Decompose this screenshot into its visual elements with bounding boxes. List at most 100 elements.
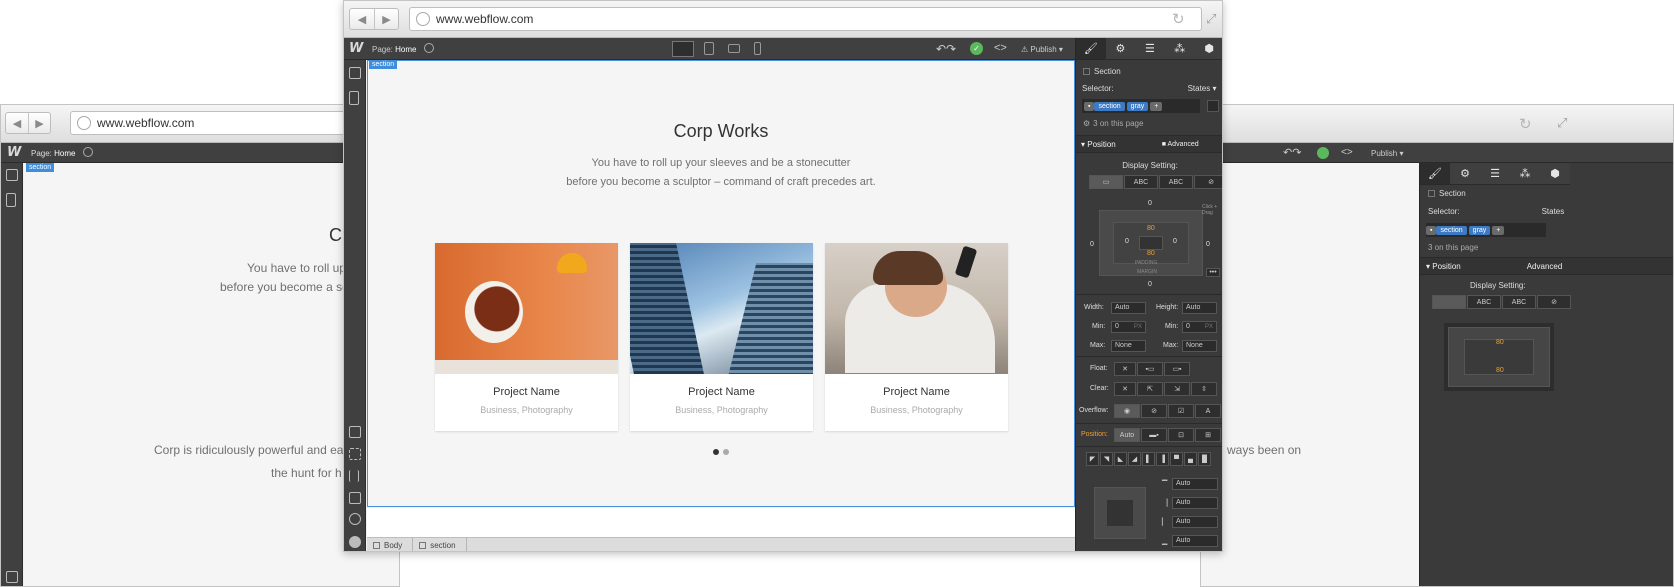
slider-dot[interactable] [723, 449, 729, 455]
class-chip-gray[interactable]: gray [1468, 225, 1491, 235]
margin-right-value[interactable]: 0 [1206, 241, 1210, 248]
clear-right-button[interactable]: ⇲ [1164, 382, 1190, 396]
width-input[interactable]: Auto [1111, 302, 1146, 314]
box-model-right[interactable]: 80 80 [1444, 323, 1554, 391]
overflow-visible-icon[interactable]: ◉ [1114, 404, 1140, 418]
select-tool-icon[interactable] [349, 426, 361, 438]
back-arrow-icon[interactable]: ◀ [6, 113, 28, 133]
preset-left[interactable]: ▌ [1142, 452, 1155, 466]
preset-top[interactable]: ▀ [1170, 452, 1183, 466]
position-auto-button[interactable]: Auto [1114, 428, 1140, 442]
overflow-auto-icon[interactable]: A [1195, 404, 1221, 418]
position-section-header[interactable]: ▾ Position ■ Advanced [1076, 135, 1222, 153]
project-card[interactable]: Project Name Business, Photography [630, 243, 813, 431]
float-left-button[interactable]: ▪▭ [1137, 362, 1163, 376]
clear-left-button[interactable]: ⇱ [1137, 382, 1163, 396]
project-card[interactable]: Project Name Business, Photography [435, 243, 618, 431]
navigator-icon[interactable]: ☰ [1135, 38, 1165, 59]
selector-menu-icon[interactable] [1207, 100, 1219, 112]
offset-top-input[interactable]: Auto [1172, 478, 1218, 490]
tab-interactions[interactable]: ⁂ [1510, 163, 1540, 184]
max-height-input[interactable]: None [1182, 340, 1217, 352]
device-phone-icon[interactable] [754, 42, 761, 55]
preview-eye-icon[interactable] [424, 43, 434, 53]
preset-bottom-left[interactable]: ◣ [1114, 452, 1127, 466]
float-right-button[interactable]: ▭▪ [1164, 362, 1190, 376]
undo-redo-icon[interactable]: ↶↷ [936, 42, 956, 56]
video-tutorial-icon[interactable] [349, 513, 361, 525]
settings-gear-icon[interactable]: ⚙ [1106, 38, 1136, 59]
fullscreen-icon[interactable]: ⤢ [1557, 115, 1567, 131]
device-tablet-landscape-icon[interactable] [728, 44, 740, 53]
display-block-button[interactable] [1432, 295, 1466, 309]
breadcrumb-section[interactable]: section [413, 538, 467, 551]
advanced-toggle[interactable]: ■ Advanced [1162, 141, 1199, 148]
padding-top-value[interactable]: 80 [1147, 225, 1155, 232]
fullscreen-icon[interactable]: ⤢ [1206, 11, 1216, 27]
class-chips-row[interactable]: ▪ section gray + [1082, 99, 1200, 113]
add-element-icon[interactable] [349, 67, 361, 79]
tab-style[interactable]: 🖌 [1420, 163, 1450, 184]
pages-icon[interactable] [6, 193, 16, 207]
offset-bottom-input[interactable]: Auto [1172, 535, 1218, 547]
back-arrow-icon[interactable]: ◀ [350, 9, 374, 29]
page-selector[interactable]: Page: Home [372, 45, 416, 54]
code-export-icon[interactable]: <> [994, 42, 1007, 54]
clear-none-button[interactable]: ✕ [1114, 382, 1136, 396]
device-desktop-icon[interactable] [672, 41, 694, 57]
url-bar-main[interactable]: www.webflow.com [409, 7, 1202, 31]
forward-arrow-icon[interactable]: ▶ [28, 113, 50, 133]
offset-diagram[interactable] [1094, 487, 1146, 539]
offset-right-input[interactable]: Auto [1172, 497, 1218, 509]
add-class-button[interactable]: + [1150, 101, 1163, 111]
preview-layout-icon[interactable] [349, 492, 361, 504]
preset-bottom[interactable]: ▄ [1184, 452, 1197, 466]
overflow-scroll-icon[interactable]: ☑ [1168, 404, 1194, 418]
publish-button[interactable]: Publish ▾ [1371, 149, 1404, 158]
max-width-input[interactable]: None [1111, 340, 1146, 352]
breadcrumb-body[interactable]: Body [367, 538, 414, 551]
position-fixed-button[interactable]: ⊞ [1195, 428, 1221, 442]
min-height-input[interactable]: 0 PX [1182, 321, 1217, 333]
box-model-editor[interactable]: 80 80 0 0 PADDING MARGIN [1099, 210, 1203, 276]
preset-bottom-right[interactable]: ◢ [1128, 452, 1141, 466]
position-relative-button[interactable]: ▬▪ [1141, 428, 1167, 442]
reload-icon[interactable]: ↻ [1172, 10, 1185, 28]
select-tool-icon[interactable] [6, 571, 18, 583]
undo-icon[interactable]: ↶↷ [1283, 146, 1301, 159]
assets-cube-icon[interactable]: ⬢ [1194, 38, 1222, 59]
margin-bottom-value[interactable]: 0 [1148, 281, 1152, 288]
preset-top-left[interactable]: ◤ [1086, 452, 1099, 466]
help-icon[interactable] [349, 536, 361, 548]
padding-right-value[interactable]: 0 [1173, 238, 1177, 245]
publish-status-check-icon[interactable]: ✓ [970, 42, 983, 55]
publish-check-icon[interactable] [1317, 147, 1329, 159]
states-dropdown[interactable]: States ▾ [1188, 84, 1217, 93]
device-tablet-icon[interactable] [704, 42, 714, 55]
preset-full[interactable]: █ [1198, 452, 1211, 466]
code-icon[interactable]: <> [1341, 147, 1353, 158]
class-chip-gray[interactable]: gray [1126, 101, 1149, 111]
display-inline-block-button[interactable]: ABC [1467, 295, 1501, 309]
more-options-icon[interactable]: ••• [1206, 268, 1220, 277]
class-chip-section[interactable]: section [1436, 225, 1467, 235]
tab-settings[interactable]: ⚙ [1450, 163, 1480, 184]
display-inline-button[interactable]: ABC [1502, 295, 1536, 309]
min-width-input[interactable]: 0 PX [1111, 321, 1146, 333]
project-card[interactable]: Project Name Business, Photography [825, 243, 1008, 431]
display-none-button[interactable]: ⊘ [1194, 175, 1222, 189]
display-none-button[interactable]: ⊘ [1537, 295, 1571, 309]
display-inline-block-button[interactable]: ABC [1124, 175, 1158, 189]
class-chip-section[interactable]: section [1094, 101, 1125, 111]
style-brush-icon[interactable]: 🖌 [1076, 38, 1106, 59]
overflow-hidden-icon[interactable]: ⊘ [1141, 404, 1167, 418]
height-input[interactable]: Auto [1182, 302, 1217, 314]
display-inline-button[interactable]: ABC [1159, 175, 1193, 189]
pages-icon[interactable] [349, 91, 359, 105]
float-none-button[interactable]: ✕ [1114, 362, 1136, 376]
preview-eye-icon[interactable] [83, 147, 93, 157]
tab-navigator[interactable]: ☰ [1480, 163, 1510, 184]
margin-top-value[interactable]: 0 [1148, 200, 1152, 207]
preset-top-right[interactable]: ◥ [1100, 452, 1113, 466]
select-parent-icon[interactable] [349, 448, 361, 460]
